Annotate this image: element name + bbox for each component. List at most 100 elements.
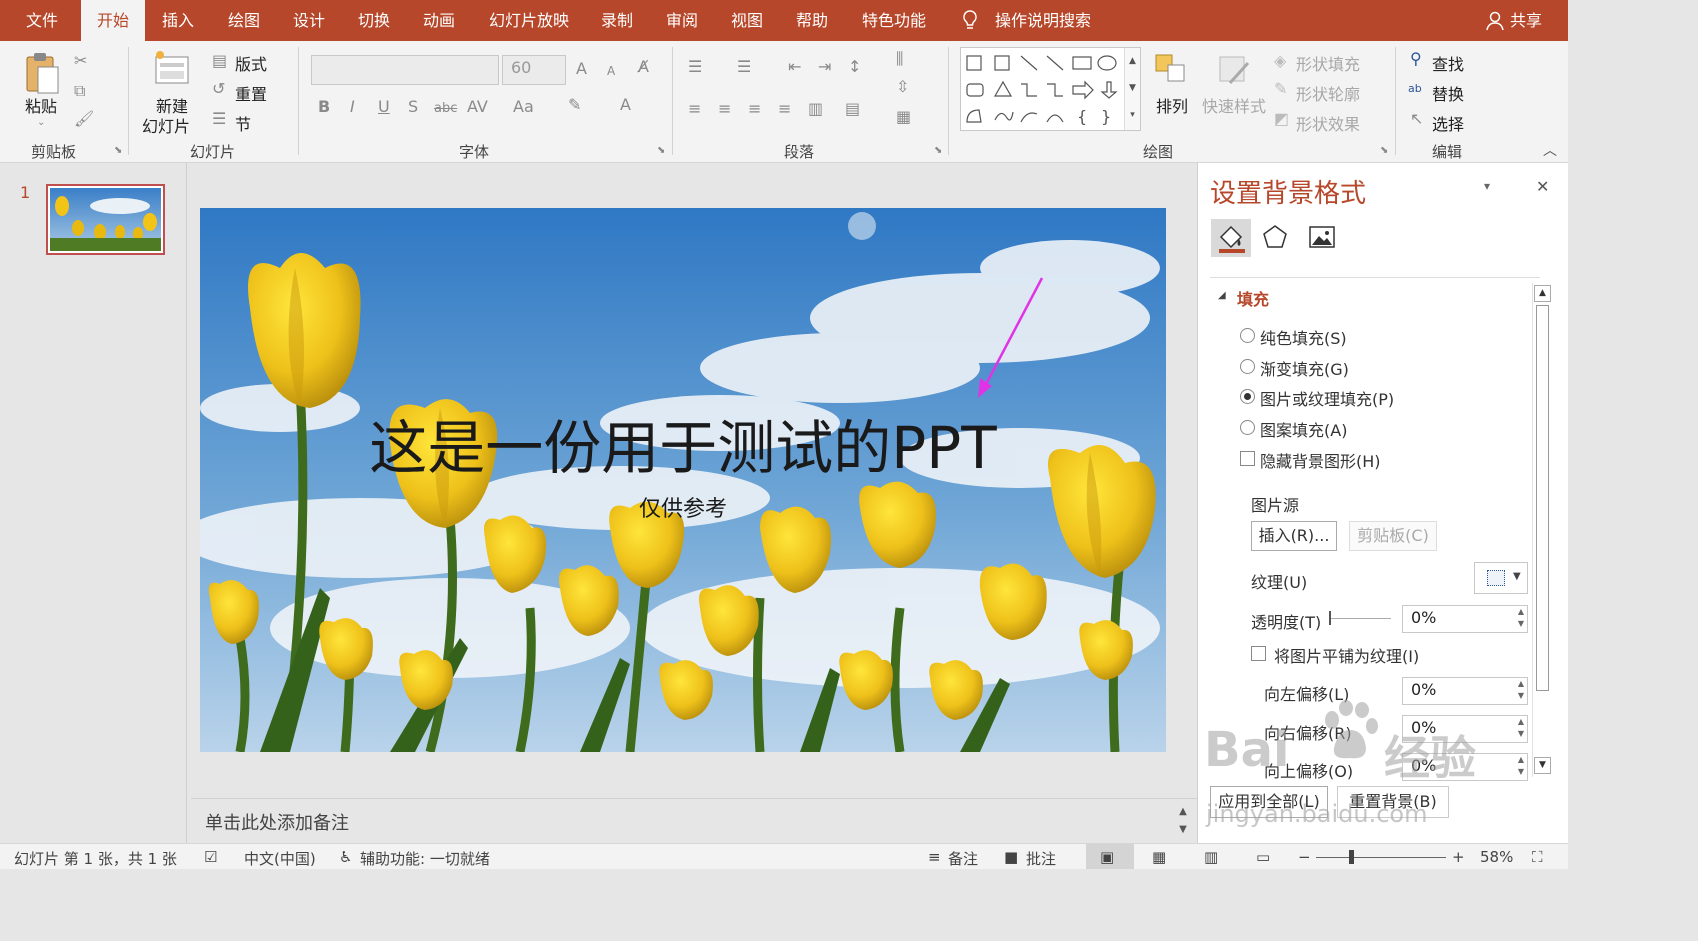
bullets-icon[interactable]: ☰ <box>688 59 702 75</box>
quick-styles-icon[interactable] <box>1216 53 1252 93</box>
new-slide-icon[interactable] <box>152 49 192 93</box>
decrease-indent-icon[interactable]: ⇤ <box>788 59 801 75</box>
slide-title[interactable]: 这是一份用于测试的PPT <box>200 408 1166 488</box>
font-size-combobox[interactable]: 60 <box>502 55 566 85</box>
tab-draw[interactable]: 绘图 <box>228 0 260 41</box>
dialog-launcher-icon[interactable]: ⬊ <box>114 145 122 156</box>
shape-fill-button[interactable]: 形状填充 <box>1296 51 1360 75</box>
align-right-icon[interactable]: ≡ <box>748 101 761 117</box>
radio-pattern-fill[interactable] <box>1240 420 1255 435</box>
reset-icon[interactable]: ↺ <box>212 81 225 97</box>
select-button[interactable]: 选择 <box>1432 111 1464 135</box>
option-hide-background[interactable]: 隐藏背景图形(H) <box>1260 448 1381 472</box>
tab-slideshow[interactable]: 幻灯片放映 <box>489 0 569 41</box>
cursor-icon[interactable]: ↖ <box>1410 111 1423 127</box>
paint-bucket-icon[interactable]: ◈ <box>1274 53 1286 69</box>
tab-transitions[interactable]: 切换 <box>358 0 390 41</box>
fill-section-header[interactable]: 填充 <box>1237 286 1269 310</box>
chevron-down-icon[interactable]: ⌄ <box>37 115 45 131</box>
paste-icon[interactable] <box>24 51 60 99</box>
option-gradient-fill[interactable]: 渐变填充(G) <box>1260 356 1349 380</box>
bold-icon[interactable]: B <box>318 99 330 115</box>
texture-picker[interactable]: ▼ <box>1474 562 1528 594</box>
reset-button[interactable]: 重置 <box>235 81 267 105</box>
share-button[interactable]: 共享 <box>1510 0 1542 41</box>
paste-button[interactable]: 粘贴 <box>25 93 57 117</box>
tab-insert[interactable]: 插入 <box>162 0 194 41</box>
gallery-scroll[interactable]: ▲ ▼ ▾ <box>1124 48 1140 130</box>
spin-down-icon[interactable]: ▼ <box>1518 767 1524 776</box>
format-painter-icon[interactable]: 🖌 <box>74 111 94 127</box>
cut-icon[interactable]: ✂ <box>74 53 87 69</box>
clear-formatting-icon[interactable]: A̸ <box>638 59 649 75</box>
transparency-slider-track[interactable] <box>1329 618 1391 619</box>
zoom-in-icon[interactable]: + <box>1452 848 1465 866</box>
align-left-icon[interactable]: ≡ <box>688 101 701 117</box>
dialog-launcher-icon[interactable]: ⬊ <box>1380 145 1388 156</box>
columns-icon[interactable]: ▤ <box>845 101 860 117</box>
spelling-icon[interactable]: ☑ <box>204 848 217 866</box>
slide[interactable]: 这是一份用于测试的PPT 仅供参考 <box>200 208 1166 752</box>
highlight-icon[interactable]: ✎ <box>568 97 581 113</box>
transparency-slider-thumb[interactable] <box>1329 611 1331 625</box>
increase-indent-icon[interactable]: ⇥ <box>818 59 831 75</box>
distributed-icon[interactable]: ▥ <box>808 101 823 117</box>
offset-left-input[interactable]: 0% ▲ ▼ <box>1402 677 1528 705</box>
notes-icon[interactable]: ≡ <box>928 848 941 866</box>
tab-review[interactable]: 审阅 <box>666 0 698 41</box>
tab-animations[interactable]: 动画 <box>423 0 455 41</box>
scroll-down-icon[interactable]: ▼ <box>1534 757 1551 774</box>
lightbulb-icon[interactable] <box>962 10 978 36</box>
pane-options-chevron-icon[interactable]: ▾ <box>1484 179 1490 193</box>
radio-solid-fill[interactable] <box>1240 328 1255 343</box>
notes-area[interactable]: 单击此处添加备注 <box>191 799 1171 843</box>
spin-up-icon[interactable]: ▲ <box>1518 755 1524 764</box>
character-spacing-icon[interactable]: AV <box>467 99 488 115</box>
strikethrough-icon[interactable]: abc <box>434 101 457 117</box>
search-icon[interactable]: ⚲ <box>1410 51 1422 67</box>
layout-icon[interactable]: ▤ <box>212 53 227 69</box>
pencil-icon[interactable]: ✎ <box>1274 81 1287 97</box>
collapse-triangle-icon[interactable]: ◢ <box>1218 290 1226 301</box>
accessibility-icon[interactable]: ♿ <box>339 848 352 866</box>
option-picture-fill[interactable]: 图片或纹理填充(P) <box>1260 386 1394 410</box>
insert-picture-button[interactable]: 插入(R)... <box>1251 521 1337 551</box>
numbering-icon[interactable]: ☰ <box>737 59 751 75</box>
notes-toggle[interactable]: 备注 <box>948 848 978 869</box>
slide-sorter-icon[interactable]: ▦ <box>1152 848 1166 866</box>
checkbox-tile-picture[interactable] <box>1251 646 1266 661</box>
clipboard-button[interactable]: 剪贴板(C) <box>1349 521 1437 551</box>
radio-picture-fill[interactable] <box>1240 389 1255 404</box>
find-button[interactable]: 查找 <box>1432 51 1464 75</box>
fill-tab[interactable] <box>1211 219 1251 257</box>
collapse-ribbon-icon[interactable]: ︿ <box>1543 143 1557 159</box>
spin-down-icon[interactable]: ▼ <box>1518 691 1524 700</box>
person-icon[interactable] <box>1486 11 1504 35</box>
font-color-icon[interactable]: A <box>620 97 631 113</box>
change-case-icon[interactable]: Aa <box>513 99 534 115</box>
pane-scrollbar[interactable]: ▲ ▼ <box>1532 283 1552 777</box>
checkbox-hide-background[interactable] <box>1240 451 1255 466</box>
copy-icon[interactable]: ⧉ <box>74 83 85 99</box>
smartart-icon[interactable]: ▦ <box>896 109 911 125</box>
tab-view[interactable]: 视图 <box>731 0 763 41</box>
arrange-button[interactable]: 排列 <box>1156 93 1188 117</box>
replace-button[interactable]: 替换 <box>1432 81 1464 105</box>
section-button[interactable]: 节 <box>235 111 251 135</box>
tell-me-search[interactable]: 操作说明搜索 <box>995 0 1091 41</box>
comments-toggle[interactable]: 批注 <box>1026 848 1056 869</box>
spin-down-icon[interactable]: ▼ <box>1518 729 1524 738</box>
align-text-icon[interactable]: ⇳ <box>896 79 909 95</box>
line-spacing-icon[interactable]: ↕ <box>848 59 861 75</box>
transparency-input[interactable]: 0% ▲ ▼ <box>1402 605 1528 633</box>
text-direction-icon[interactable]: ⫼ <box>896 51 903 67</box>
zoom-slider-thumb[interactable] <box>1349 850 1354 864</box>
italic-icon[interactable]: I <box>350 99 355 115</box>
zoom-slider-track[interactable] <box>1316 857 1446 858</box>
slide-counter[interactable]: 幻灯片 第 1 张，共 1 张 <box>14 848 177 869</box>
comment-icon[interactable]: ■ <box>1004 848 1018 866</box>
font-name-combobox[interactable] <box>311 55 499 85</box>
zoom-level[interactable]: 58% <box>1480 848 1513 866</box>
scroll-up-icon[interactable]: ▲ <box>1534 285 1551 302</box>
accessibility-status[interactable]: 辅助功能: 一切就绪 <box>360 848 490 869</box>
